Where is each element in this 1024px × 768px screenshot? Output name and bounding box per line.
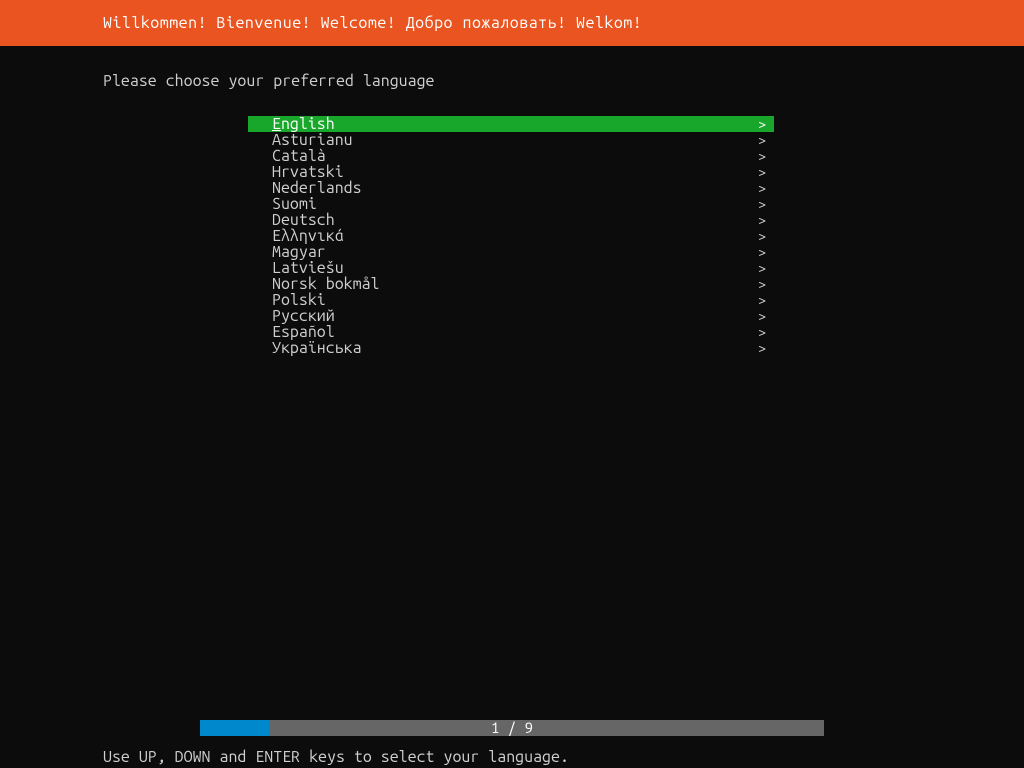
header-title: Willkommen! Bienvenue! Welcome! Добро по… xyxy=(103,14,642,32)
language-label: Nederlands xyxy=(272,180,362,196)
language-label: Asturianu xyxy=(272,132,353,148)
chevron-right-icon: > xyxy=(758,292,766,308)
language-item[interactable]: Español > xyxy=(248,324,774,340)
language-label: Latviešu xyxy=(272,260,344,276)
chevron-right-icon: > xyxy=(758,148,766,164)
chevron-right-icon: > xyxy=(758,180,766,196)
language-label: Català xyxy=(272,148,326,164)
chevron-right-icon: > xyxy=(758,244,766,260)
chevron-right-icon: > xyxy=(758,308,766,324)
prompt-text: Please choose your preferred language xyxy=(0,46,1024,90)
language-item[interactable]: Norsk bokmål > xyxy=(248,276,774,292)
header-bar: Willkommen! Bienvenue! Welcome! Добро по… xyxy=(0,0,1024,46)
language-list: English>Asturianu>Català>Hrvatski>Nederl… xyxy=(248,116,774,356)
language-label: English xyxy=(272,116,335,132)
chevron-right-icon: > xyxy=(758,164,766,180)
chevron-right-icon: > xyxy=(758,340,766,356)
language-item[interactable]: Nederlands > xyxy=(248,180,774,196)
chevron-right-icon: > xyxy=(758,212,766,228)
language-item[interactable]: Asturianu > xyxy=(248,132,774,148)
language-item[interactable]: Magyar > xyxy=(248,244,774,260)
chevron-right-icon: > xyxy=(758,132,766,148)
chevron-right-icon: > xyxy=(758,228,766,244)
footer-hint: Use UP, DOWN and ENTER keys to select yo… xyxy=(103,748,569,768)
language-item[interactable]: Ελληνικά > xyxy=(248,228,774,244)
language-label: Magyar xyxy=(272,244,326,260)
language-label: Русский xyxy=(272,308,335,324)
language-label: Hrvatski xyxy=(272,164,344,180)
progress-bar: 1 / 9 xyxy=(200,720,824,736)
language-label: Español xyxy=(272,324,335,340)
language-label: Українська xyxy=(272,340,362,356)
language-item[interactable]: Hrvatski > xyxy=(248,164,774,180)
chevron-right-icon: > xyxy=(758,116,766,132)
language-item[interactable]: Suomi > xyxy=(248,196,774,212)
language-item[interactable]: Latviešu > xyxy=(248,260,774,276)
language-label: Deutsch xyxy=(272,212,335,228)
chevron-right-icon: > xyxy=(758,196,766,212)
language-item[interactable]: Deutsch > xyxy=(248,212,774,228)
chevron-right-icon: > xyxy=(758,260,766,276)
language-label: Norsk bokmål xyxy=(272,276,380,292)
language-label: Polski xyxy=(272,292,326,308)
chevron-right-icon: > xyxy=(758,324,766,340)
language-item[interactable]: Polski > xyxy=(248,292,774,308)
chevron-right-icon: > xyxy=(758,276,766,292)
language-label: Suomi xyxy=(272,196,317,212)
language-item[interactable]: Русский > xyxy=(248,308,774,324)
language-item[interactable]: English > xyxy=(248,116,774,132)
language-item[interactable]: Українська > xyxy=(248,340,774,356)
language-label: Ελληνικά xyxy=(272,228,344,244)
language-item[interactable]: Català > xyxy=(248,148,774,164)
progress-text: 1 / 9 xyxy=(200,720,824,736)
